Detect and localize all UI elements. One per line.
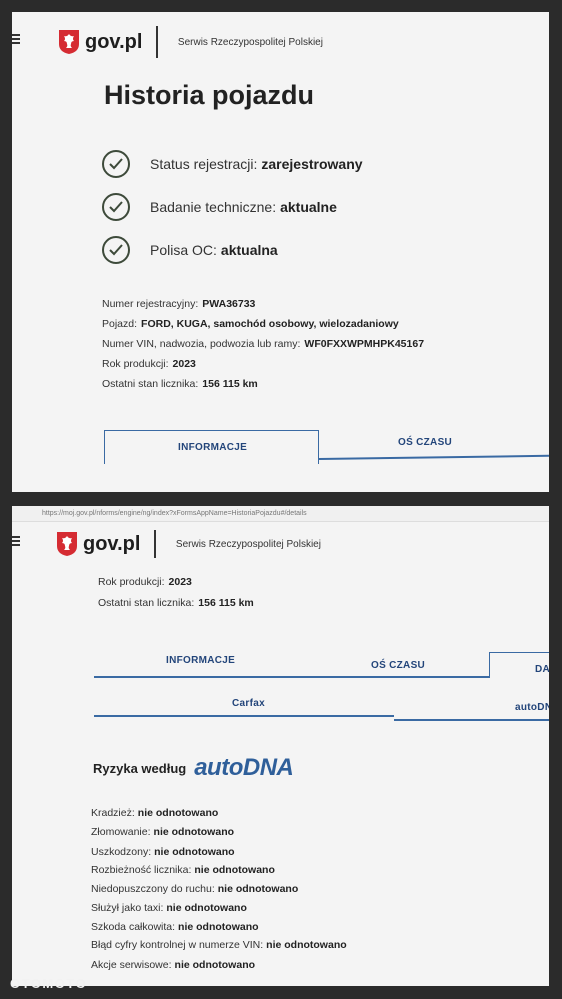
risk-value: nie odnotowano [154,846,235,858]
subtab-underline [94,715,394,717]
detail-registration-number: Numer rejestracyjny: PWA36733 [102,298,255,310]
detail-production-year: Rok produkcji: 2023 [102,358,196,370]
detail-value: 2023 [172,358,196,370]
risk-value: nie odnotowano [137,807,219,819]
risk-label: Akcje serwisowe: [91,959,172,971]
risk-item: Niedopuszczony do ruchu: nie odnotowano [91,883,298,895]
tab-informacje-label[interactable]: INFORMACJE [166,655,235,666]
risk-item: Uszkodzony: nie odnotowano [91,846,235,858]
risk-label: Rozbieżność licznika: [91,864,192,876]
risk-label: Błąd cyfry kontrolnej w numerze VIN: [91,939,264,951]
site-header: gov.pl Serwis Rzeczypospolitej Polskiej [56,530,321,558]
risk-item: Służył jako taxi: nie odnotowano [91,902,247,914]
serwis-label: Serwis Rzeczypospolitej Polskiej [175,538,321,550]
status-inspection: Badanie techniczne: aktualne [102,193,337,221]
poland-emblem-icon [59,30,79,54]
risk-value: nie odnotowano [166,902,247,914]
browser-url-bar[interactable]: https://moj.gov.pl/nforms/engine/ng/inde… [12,506,549,522]
detail-vehicle: Pojazd: FORD, KUGA, samochód osobowy, wie… [102,318,399,330]
risk-value: nie odnotowano [194,864,275,876]
detail-production-year: Rok produkcji: 2023 [98,576,192,588]
risk-label: Kradzież: [91,807,135,819]
risk-label: Służył jako taxi: [91,902,164,914]
status-label: Badanie techniczne: [150,199,277,215]
status-value: aktualna [220,242,278,258]
tab-underline [318,454,549,460]
risk-section-title: Ryzyka według autoDNA [93,754,294,782]
status-value: zarejestrowany [261,156,363,172]
risk-item: Błąd cyfry kontrolnej w numerze VIN: nie … [91,939,347,951]
check-circle-icon [102,236,130,264]
status-insurance: Polisa OC: aktualna [102,236,278,264]
subtab-carfax-label[interactable]: Carfax [232,698,265,709]
detail-value: 156 115 km [198,597,254,609]
tab-os-czasu-label[interactable]: OŚ CZASU [371,660,425,671]
menu-icon[interactable] [12,34,20,44]
check-circle-icon [102,150,130,178]
tab-underline [94,676,490,678]
detail-vin: Numer VIN, nadwozia, podwozia lub ramy: W… [102,338,424,350]
detail-value: PWA36733 [202,298,256,310]
site-header: gov.pl Serwis Rzeczypospolitej Polskiej [58,26,323,58]
status-registration: Status rejestracji: zarejestrowany [102,150,363,178]
detail-label: Numer rejestracyjny: [102,298,199,310]
page-title: Historia pojazdu [104,80,315,110]
tab-os-czasu-label[interactable]: OŚ CZASU [398,437,452,448]
menu-icon[interactable] [12,536,20,546]
status-value: aktualne [280,199,337,215]
risk-item: Akcje serwisowe: nie odnotowano [91,959,255,971]
status-label: Status rejestracji: [150,156,258,172]
serwis-label: Serwis Rzeczypospolitej Polskiej [177,36,323,48]
risk-value: nie odnotowano [178,921,259,933]
risk-label: Złomowanie: [91,826,151,838]
risk-value: nie odnotowano [217,883,299,895]
status-label: Polisa OC: [150,242,217,258]
risk-item: Złomowanie: nie odnotowano [91,826,234,838]
check-circle-icon [102,193,130,221]
tab-dane-label[interactable]: DA [535,664,549,675]
risk-item: Szkoda całkowita: nie odnotowano [91,921,259,933]
detail-value: FORD, KUGA, samochód osobowy, wielozadan… [141,318,399,330]
risk-value: nie odnotowano [266,939,347,951]
otomoto-watermark: OTOMOTO [10,976,88,991]
detail-label: Numer VIN, nadwozia, podwozia lub ramy: [102,338,301,350]
autodna-logo: autoDNA [194,754,294,781]
screenshot-panel-bottom: https://moj.gov.pl/nforms/engine/ng/inde… [12,506,549,986]
detail-value: 156 115 km [202,378,258,390]
header-divider [156,26,158,58]
risk-label: Niedopuszczony do ruchu: [91,883,215,895]
gov-pl-logo-text[interactable]: gov.pl [85,31,142,54]
risk-label: Szkoda całkowita: [91,921,176,933]
risk-title-text: Ryzyka według [93,760,187,776]
risk-item: Kradzież: nie odnotowano [91,807,218,819]
detail-value: 2023 [168,576,192,588]
subtab-autodna-label[interactable]: autoDN [515,702,549,713]
detail-odometer: Ostatni stan licznika: 156 115 km [102,378,258,390]
gov-pl-logo-text[interactable]: gov.pl [83,533,140,556]
detail-value: WF0FXXWPMHPK45167 [304,338,425,350]
subtab-active-underline [394,719,549,721]
risk-label: Uszkodzony: [91,846,152,858]
detail-odometer: Ostatni stan licznika: 156 115 km [98,597,254,609]
risk-value: nie odnotowano [153,826,235,838]
detail-label: Rok produkcji: [98,576,165,588]
risk-value: nie odnotowano [174,959,256,971]
tab-informacje-label[interactable]: INFORMACJE [178,442,247,453]
detail-label: Ostatni stan licznika: [98,597,195,609]
poland-emblem-icon [57,532,77,556]
detail-label: Rok produkcji: [102,358,169,370]
screenshot-panel-top: gov.pl Serwis Rzeczypospolitej Polskiej … [12,12,549,492]
header-divider [154,530,156,558]
detail-label: Pojazd: [102,318,138,330]
risk-item: Rozbieżność licznika: nie odnotowano [91,864,275,876]
detail-label: Ostatni stan licznika: [102,378,199,390]
